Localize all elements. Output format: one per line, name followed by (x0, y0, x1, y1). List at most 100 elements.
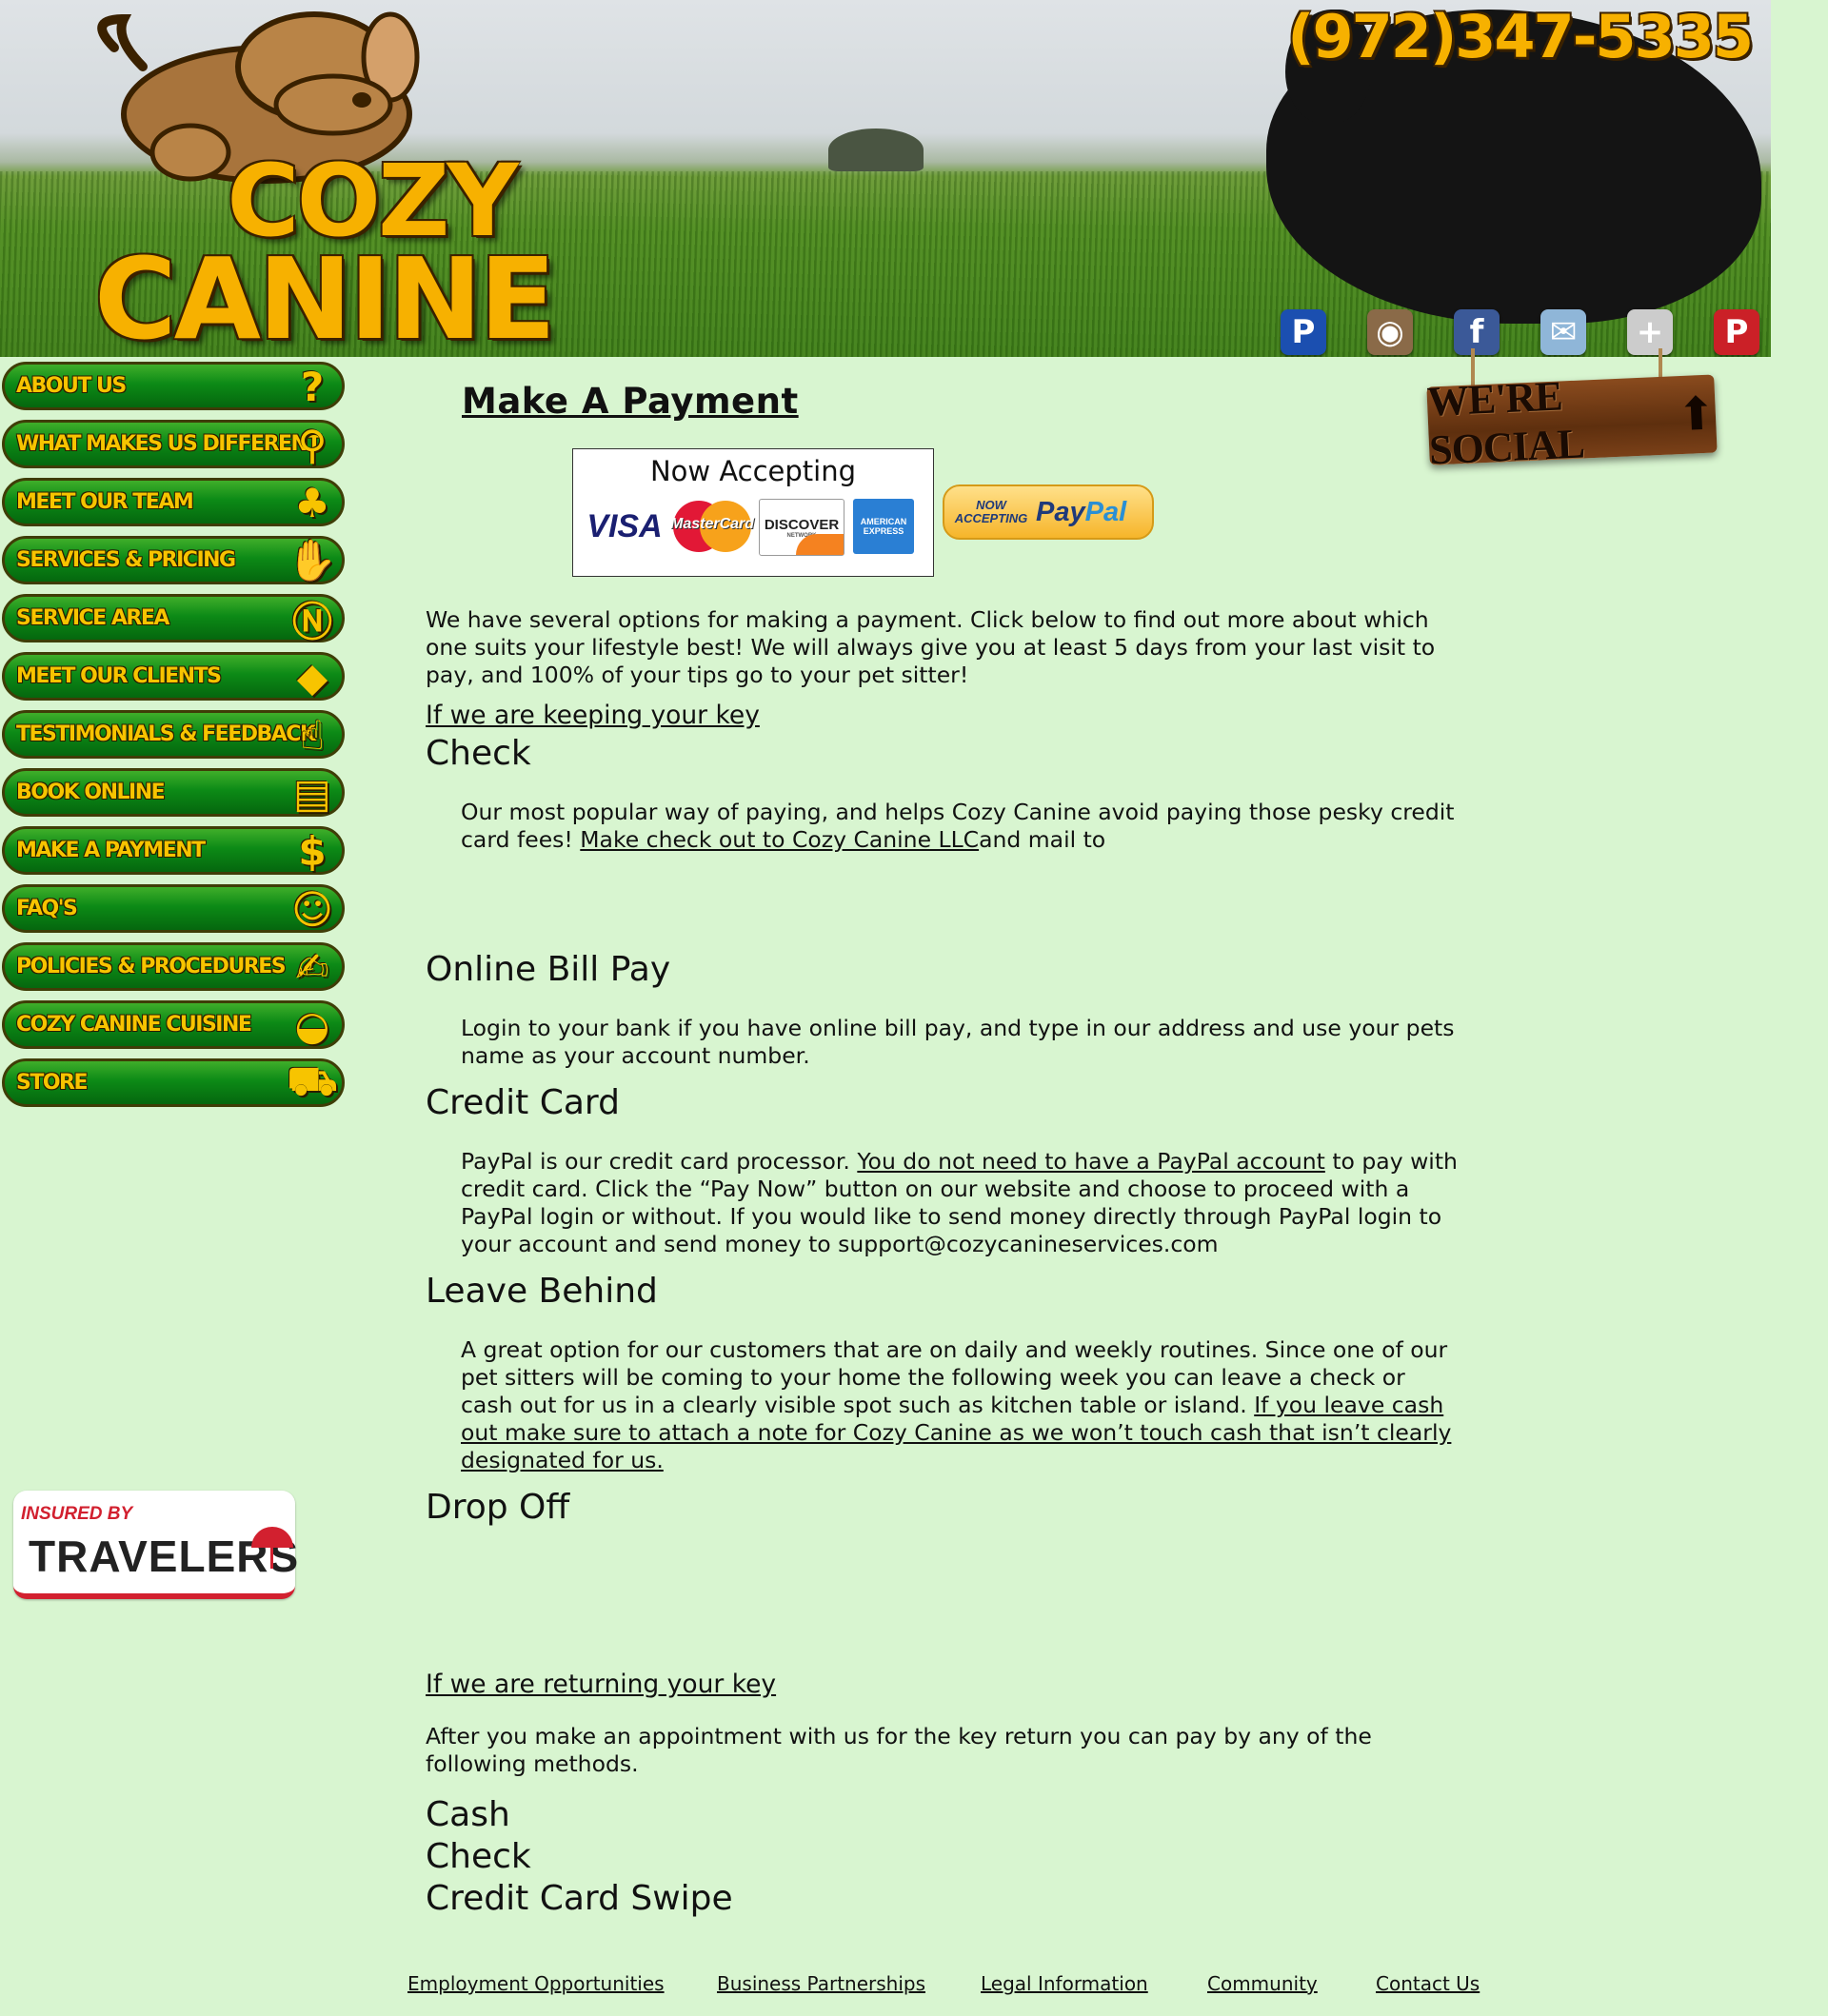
paypal-now-label: NOW (976, 498, 1006, 512)
nav-button-2[interactable]: WHAT MAKES US DIFFERENT ⚲ (2, 420, 345, 468)
nav-button-label: ABOUT US (16, 374, 127, 398)
paypal-badge-now: NOW ACCEPTING (952, 499, 1030, 525)
travelers-insurance-badge[interactable]: INSURED BY TRAVELERS (13, 1491, 298, 1599)
dog-icon: ◆ (296, 653, 328, 701)
food-bowl-icon: ◒ (294, 1001, 330, 1049)
discover-label: DISCOVER (764, 516, 840, 533)
nav-button-label: BOOK ONLINE (16, 781, 166, 804)
nav-button-11[interactable]: POLICIES & PROCEDURES ✍ (2, 942, 345, 991)
credit-card-text: PayPal is our credit card processor. You… (461, 1148, 1460, 1258)
paypal-logo: PayPal (1036, 497, 1126, 528)
nav-button-8[interactable]: BOOK ONLINE ▤ (2, 768, 345, 817)
nav-button-label: WHAT MAKES US DIFFERENT (16, 432, 321, 456)
amex-card-icon: AMERICAN EXPRESS (853, 499, 914, 554)
phone-number[interactable]: (972)347-5335 (1287, 2, 1754, 71)
method-credit-card-swipe: Credit Card Swipe (426, 1879, 733, 1918)
paypal-pay-label: Pay (1036, 496, 1085, 527)
team-icon: ♣ (294, 479, 330, 526)
nav-button-label: FAQ'S (16, 897, 78, 920)
paypal-icon[interactable]: P (1281, 309, 1326, 355)
nav-button-12[interactable]: COZY CANINE CUISINE ◒ (2, 1000, 345, 1049)
pinterest-icon[interactable]: P (1714, 309, 1759, 355)
question-icon: ? (300, 363, 325, 410)
nav-button-4[interactable]: SERVICES & PRICING ✋ (2, 536, 345, 584)
were-social-sign: WE'RE SOCIAL ⬆ (1426, 372, 1718, 474)
footer-link-community[interactable]: Community (1207, 1972, 1318, 1995)
discover-card-icon: DISCOVER NETWORK (759, 499, 844, 556)
nav-button-label: COZY CANINE CUISINE (16, 1013, 252, 1037)
nav-button-6[interactable]: MEET OUR CLIENTS ◆ (2, 652, 345, 701)
footer-link-legal[interactable]: Legal Information (981, 1972, 1148, 1995)
nav-button-label: MEET OUR CLIENTS (16, 664, 222, 688)
no-paypal-account-link[interactable]: You do not need to have a PayPal account (857, 1148, 1325, 1175)
leave-behind-heading: Leave Behind (426, 1272, 658, 1311)
nav-button-label: TESTIMONIALS & FEEDBACK (16, 722, 316, 746)
nav-button-label: SERVICES & PRICING (16, 548, 236, 572)
email-icon[interactable]: ✉ (1540, 309, 1586, 355)
nav-button-label: MAKE A PAYMENT (16, 839, 206, 862)
cart-icon: ⛟ (287, 1057, 338, 1104)
credit-card-heading: Credit Card (426, 1083, 620, 1122)
up-arrow-icon: ⬆ (1676, 386, 1718, 443)
instagram-icon[interactable]: ◉ (1367, 309, 1413, 355)
leave-behind-text: A great option for our customers that ar… (461, 1336, 1460, 1474)
cash-icon: $ (298, 827, 327, 875)
nav-button-label: MEET OUR TEAM (16, 490, 194, 514)
keeping-key-link[interactable]: If we are keeping your key (426, 701, 760, 730)
paypal-pal-label: Pal (1084, 496, 1127, 527)
returning-key-text: After you make an appointment with us fo… (426, 1723, 1372, 1777)
magnifier-icon: ⚲ (297, 421, 328, 468)
visa-card-icon: VISA (585, 499, 665, 554)
online-bill-pay-text: Login to your bank if you have online bi… (461, 1015, 1455, 1069)
amex-label-1: AMERICAN (860, 517, 907, 526)
nav-button-label: POLICIES & PROCEDURES (16, 955, 287, 978)
nav-button-13[interactable]: STORE ⛟ (2, 1057, 345, 1107)
nav-button-10[interactable]: FAQ'S ☺ (2, 884, 345, 933)
compass-icon: Ⓝ (291, 598, 332, 645)
check-text-part2: and mail to (979, 826, 1106, 853)
nav-button-3[interactable]: MEET OUR TEAM ♣ (2, 478, 345, 526)
credit-text-part1: PayPal is our credit card processor. (461, 1148, 858, 1175)
nav-button-7[interactable]: TESTIMONIALS & FEEDBACK ☝ (2, 710, 345, 759)
page-title: Make A Payment (462, 381, 799, 422)
book-icon: ▤ (293, 769, 331, 817)
method-check: Check (426, 1837, 531, 1876)
were-social-text: WE'RE SOCIAL (1425, 372, 1585, 474)
facebook-icon[interactable]: f (1454, 309, 1500, 355)
now-accepting-heading: Now Accepting (649, 455, 857, 487)
method-cash: Cash (426, 1795, 510, 1834)
site-footer: Employment Opportunities Business Partne… (0, 1972, 1828, 2003)
distant-trees (828, 128, 924, 171)
check-heading: Check (426, 734, 531, 773)
insured-by-label: INSURED BY (21, 1504, 133, 1524)
amex-label-2: EXPRESS (863, 526, 904, 536)
site-logo[interactable]: COZY CANINE (67, 10, 600, 357)
nav-button-label: STORE (16, 1071, 89, 1095)
mastercard-icon: MasterCard (670, 499, 754, 554)
thumbs-up-icon: ☝ (300, 711, 325, 759)
footer-link-employment[interactable]: Employment Opportunities (407, 1972, 665, 1995)
logo-word-canine: CANINE (94, 233, 556, 357)
intro-text: We have several options for making a pay… (426, 606, 1436, 688)
money-hand-icon: ✋ (287, 537, 338, 583)
accepted-cards-box: Now Accepting VISA MasterCard DISCOVER N… (572, 448, 934, 577)
check-text: Our most popular way of paying, and help… (461, 799, 1460, 854)
online-bill-pay-heading: Online Bill Pay (426, 950, 671, 989)
umbrella-handle (270, 1546, 273, 1569)
pen-hand-icon: ✍ (295, 943, 329, 991)
paypal-accepting-label: ACCEPTING (954, 511, 1028, 525)
person-icon: ☺ (291, 885, 333, 933)
drop-off-heading: Drop Off (426, 1488, 570, 1527)
footer-link-partnerships[interactable]: Business Partnerships (717, 1972, 925, 1995)
google-plus-icon[interactable]: + (1627, 309, 1673, 355)
nav-button-label: SERVICE AREA (16, 606, 169, 630)
nav-button-1[interactable]: ABOUT US? (2, 362, 345, 410)
nav-button-9[interactable]: MAKE A PAYMENT $ (2, 826, 345, 875)
site-header: COZY CANINE (972)347-5335 P ◉ f ✉ + P (0, 0, 1771, 357)
check-payable-link[interactable]: Make check out to Cozy Canine LLC (580, 826, 979, 853)
footer-link-contact[interactable]: Contact Us (1376, 1972, 1480, 1995)
mastercard-label: MasterCard (670, 516, 755, 532)
paypal-accepting-badge[interactable]: NOW ACCEPTING PayPal (943, 484, 1154, 540)
nav-button-5[interactable]: SERVICE AREA Ⓝ (2, 594, 345, 645)
returning-key-link[interactable]: If we are returning your key (426, 1670, 776, 1699)
